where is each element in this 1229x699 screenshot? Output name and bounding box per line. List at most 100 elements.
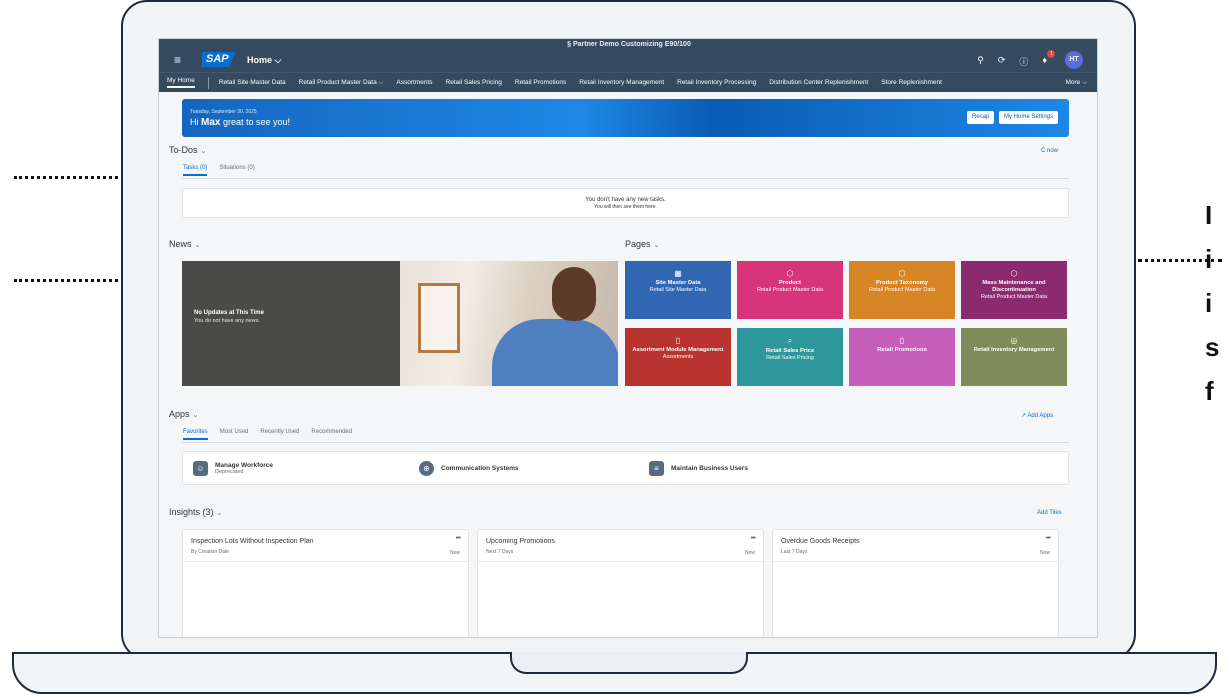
page-tile-mass-maintenance[interactable]: ⬡ Mass Maintenance and Discontinuation R… [961,261,1067,319]
banner-date: Tuesday, September 30, 2025 [190,109,257,115]
my-home-settings-button[interactable]: My Home Settings [999,111,1059,124]
menu-icon[interactable]: ≡ [174,53,181,67]
copilot-icon[interactable]: ⟳ [998,55,1006,68]
greeting-prefix: Hi [190,117,199,127]
tab-recently-used[interactable]: Recently Used [260,429,299,440]
nav-retail-site-master-data[interactable]: Retail Site Master Data [219,79,286,86]
card-subtitle: Next 7 Days [486,549,514,555]
apps-tab-divider [182,442,1069,443]
pages-title[interactable]: Pages ⌄ [625,239,659,249]
nav-retail-promotions[interactable]: Retail Promotions [515,79,566,86]
cube-icon: ⬡ [786,269,794,278]
app-status: Deprecated [215,469,244,475]
side-text-5: f [1205,376,1214,406]
nav-assortments[interactable]: Assortments [396,79,432,86]
tab-most-used[interactable]: Most Used [220,429,249,440]
add-apps-link[interactable]: ↗ Add Apps [1021,412,1053,419]
news-image [400,261,618,386]
avatar[interactable]: HT [1065,51,1083,69]
pages-title-text: Pages [625,239,651,249]
page-tile-product-taxonomy[interactable]: ⬡ Product Taxonomy Retail Product Master… [849,261,955,319]
tile-title: Product Taxonomy [875,280,929,286]
top-navigation: My Home Retail Site Master Data Retail P… [159,72,1097,92]
nav-more[interactable]: More ⌵ [1065,79,1087,87]
recap-button[interactable]: Recap [967,111,995,124]
search-icon: ⌕ [787,336,793,345]
insight-card-upcoming-promotions[interactable]: Upcoming Promotions Next 7 Days ••• Now [477,529,764,637]
page-tile-retail-inventory-management[interactable]: ◎ Retail Inventory Management [961,328,1067,386]
nav-my-home[interactable]: My Home [167,77,195,88]
nav-store-replenishment[interactable]: Store Replenishment [881,79,942,86]
search-icon[interactable]: ⚲ [977,55,984,68]
nav-distribution-center-replenishment[interactable]: Distribution Center Replenishment [769,79,868,86]
nav-retail-product-master-data[interactable]: Retail Product Master Data ⌵ [299,79,384,87]
side-text-4: s [1205,332,1220,362]
insight-card-overdue-goods-receipts[interactable]: Overdue Goods Receipts Last 7 Days ••• N… [772,529,1059,637]
todos-empty-state: You don't have any new tasks. You will t… [182,188,1069,218]
app-communication-systems[interactable]: ⊕ Communication Systems [419,461,519,476]
card-timestamp: Now [1039,550,1050,556]
app-manage-workforce[interactable]: ☺ Manage Workforce Deprecated [193,461,273,476]
page-tile-product[interactable]: ⬡ Product Retail Product Master Data [737,261,843,319]
refresh-link[interactable]: C now [1041,148,1058,154]
news-panel[interactable]: No Updates at This Time You do not have … [182,261,618,386]
page-tile-retail-promotions[interactable]: ▯ Retail Promotions [849,328,955,386]
page-tile-assortment-module[interactable]: ▯ Assortment Module Management Assortmen… [625,328,731,386]
card-title: Overdue Goods Receipts [781,538,860,545]
chevron-down-icon: ⌄ [653,242,660,249]
card-title: Upcoming Promotions [486,538,555,545]
more-icon[interactable]: ••• [751,535,756,542]
sap-logo[interactable]: SAP [202,52,236,67]
add-tiles-link[interactable]: Add Tiles [1037,510,1062,516]
app-name: Manage Workforce [215,462,274,469]
page-tile-site-master-data[interactable]: ▦ Site Master Data Retail Site Master Da… [625,261,731,319]
todos-title[interactable]: To-Dos ⌄ [169,145,206,155]
banner-greeting: Hi Max great to see you! [190,117,290,128]
screen: § Partner Demo Customizing E90/100 ≡ SAP… [158,38,1098,638]
card-timestamp: Now [744,550,755,556]
page-tile-retail-sales-price[interactable]: ⌕ Retail Sales Price Retail Sales Pricin… [737,328,843,386]
todos-tab-divider [182,178,1069,179]
card-subtitle: Last 7 Days [781,549,808,555]
tile-title: Retail Sales Price [765,348,815,354]
todos-tabs: Tasks (0) Situations (0) [183,165,255,176]
user-name: Max [201,117,221,128]
nav-retail-inventory-management[interactable]: Retail Inventory Management [579,79,664,86]
nav-retail-inventory-processing[interactable]: Retail Inventory Processing [677,79,756,86]
notification-badge: 1 [1047,50,1056,58]
insights-title-text: Insights (3) [169,507,214,517]
tab-recommended[interactable]: Recommended [311,429,352,440]
nav-retail-sales-pricing[interactable]: Retail Sales Pricing [446,79,502,86]
more-icon[interactable]: ••• [1046,535,1051,542]
app-maintain-business-users[interactable]: ≡ Maintain Business Users [649,461,748,476]
card-divider [183,561,468,562]
document-icon: ▯ [675,336,681,345]
cube-icon: ⬡ [898,269,906,278]
tile-title: Product [779,280,801,286]
apps-list: ☺ Manage Workforce Deprecated ⊕ Communic… [182,451,1069,485]
news-title[interactable]: News ⌄ [169,239,200,249]
tab-favorites[interactable]: Favorites [183,429,208,440]
grid-icon: ▦ [674,269,682,278]
nav-separator [207,76,209,89]
insight-card-inspection-lots[interactable]: Inspection Lots Without Inspection Plan … [182,529,469,637]
todos-empty-line2: You will then see them here. [594,204,657,210]
insights-title[interactable]: Insights (3) ⌄ [169,507,222,517]
side-text-3: i [1205,288,1213,318]
help-icon[interactable]: ⓘ [1019,55,1028,68]
news-title-text: News [169,239,192,249]
system-info: § Partner Demo Customizing E90/100 [567,41,691,48]
greeting-suffix: great to see you! [222,117,291,127]
home-menu[interactable]: Home ⌵ [247,55,281,66]
tab-tasks[interactable]: Tasks (0) [183,165,208,176]
bell-icon[interactable]: ♦ 1 [1042,50,1056,68]
tile-title: Mass Maintenance and Discontinuation [982,280,1046,293]
shell-bar: § Partner Demo Customizing E90/100 ≡ SAP… [159,39,1097,72]
apps-title[interactable]: Apps ⌄ [169,409,198,419]
target-icon: ◎ [1010,336,1018,345]
card-title: Inspection Lots Without Inspection Plan [191,538,314,545]
tab-situations[interactable]: Situations (0) [219,165,254,176]
tile-subtitle: Retail Site Master Data [649,287,707,293]
chevron-down-icon: ⌄ [216,510,223,517]
more-icon[interactable]: ••• [456,535,461,542]
